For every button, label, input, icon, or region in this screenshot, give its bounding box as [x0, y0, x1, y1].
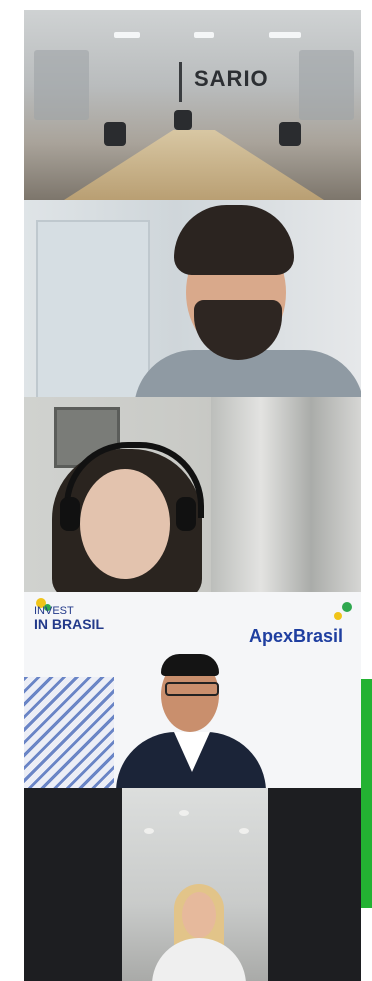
- wall-logo-text: SARIO: [194, 66, 269, 91]
- acoustic-panel: [34, 50, 89, 120]
- ceiling-lamp: [179, 810, 189, 816]
- brand-dot-icon: [342, 602, 352, 612]
- ceiling-light: [114, 32, 140, 38]
- active-speaker-indicator: [361, 679, 372, 908]
- video-tile-conference-room[interactable]: SARIO: [24, 10, 361, 200]
- invest-line-2: IN BRASIL: [34, 616, 104, 632]
- video-tile-participant[interactable]: [24, 788, 361, 981]
- headset-earcup: [176, 497, 196, 531]
- ceiling-lamp: [144, 828, 154, 834]
- participant-face: [182, 892, 216, 938]
- headset-earcup: [60, 497, 80, 531]
- glasses-icon: [165, 682, 219, 696]
- apexbrasil-logo: ApexBrasil: [248, 626, 343, 646]
- chair: [104, 122, 126, 146]
- video-tile-participant[interactable]: INVEST IN BRASIL ApexBrasil: [24, 592, 361, 788]
- curtain-background: [211, 397, 361, 592]
- participant-hair: [174, 205, 294, 275]
- video-tile-participant[interactable]: [24, 200, 361, 397]
- chair: [279, 122, 301, 146]
- window-background: [36, 220, 150, 397]
- ceiling-lamp: [239, 828, 249, 834]
- brand-dot-icon: [334, 612, 342, 620]
- decorative-stripes: [24, 677, 114, 788]
- ceiling-light: [194, 32, 214, 38]
- participant-hair: [161, 654, 219, 676]
- wall-divider: [179, 62, 182, 102]
- video-tile-participant[interactable]: [24, 397, 361, 592]
- invest-in-brasil-logo: INVEST IN BRASIL: [34, 606, 104, 632]
- chair: [174, 110, 192, 130]
- acoustic-panel: [299, 50, 354, 120]
- ceiling-light: [269, 32, 301, 38]
